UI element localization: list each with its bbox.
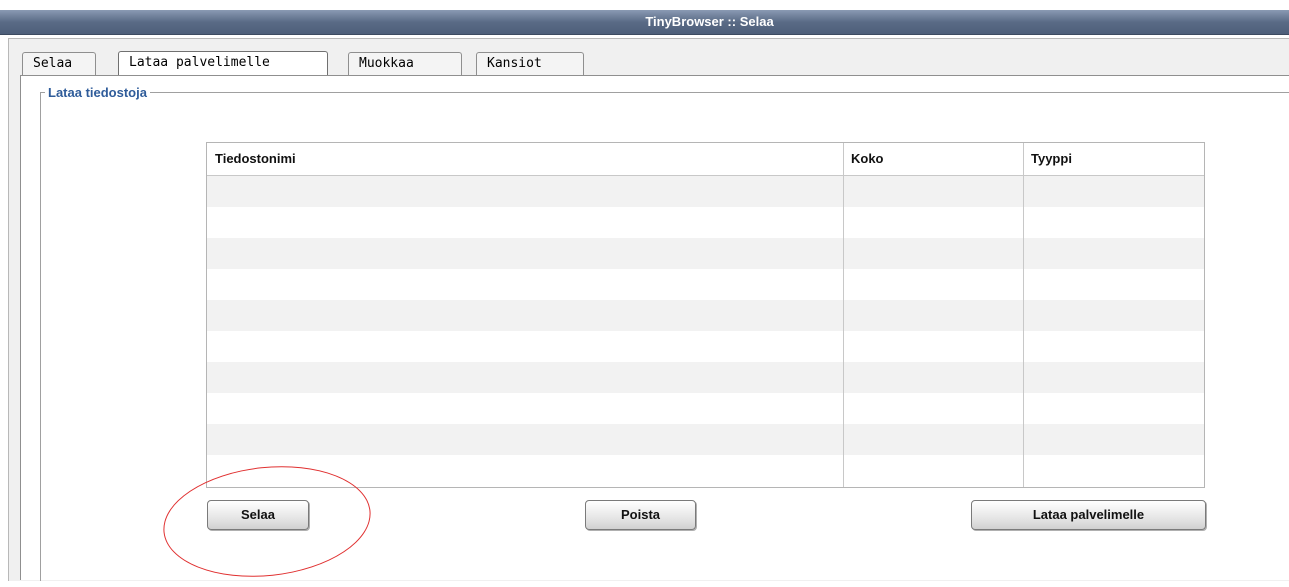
table-row [207, 207, 1204, 238]
table-row [207, 331, 1204, 362]
upload-file-table[interactable]: Tiedostonimi Koko Tyyppi [206, 142, 1205, 488]
tab-muokkaa[interactable]: Muokkaa [348, 52, 462, 75]
column-header-size: Koko [851, 151, 884, 166]
tab-lataa-palvelimelle[interactable]: Lataa palvelimelle [118, 51, 328, 76]
window-title: TinyBrowser :: Selaa [645, 14, 774, 29]
table-row [207, 455, 1204, 486]
table-row [207, 300, 1204, 331]
column-header-type: Tyyppi [1031, 151, 1072, 166]
column-header-filename: Tiedostonimi [215, 151, 296, 166]
upload-button[interactable]: Lataa palvelimelle [971, 500, 1206, 530]
tab-kansiot[interactable]: Kansiot [476, 52, 584, 75]
table-header: Tiedostonimi Koko Tyyppi [207, 143, 1204, 176]
table-row [207, 362, 1204, 393]
column-divider [843, 143, 844, 487]
tab-selaa[interactable]: Selaa [22, 52, 96, 75]
table-row [207, 176, 1204, 207]
browse-button[interactable]: Selaa [207, 500, 309, 530]
table-row [207, 238, 1204, 269]
table-row [207, 393, 1204, 424]
table-row [207, 269, 1204, 300]
remove-button[interactable]: Poista [585, 500, 696, 530]
column-divider [1023, 143, 1024, 487]
table-row [207, 424, 1204, 455]
fieldset-legend: Lataa tiedostoja [45, 85, 150, 100]
window-titlebar: TinyBrowser :: Selaa [0, 10, 1289, 35]
